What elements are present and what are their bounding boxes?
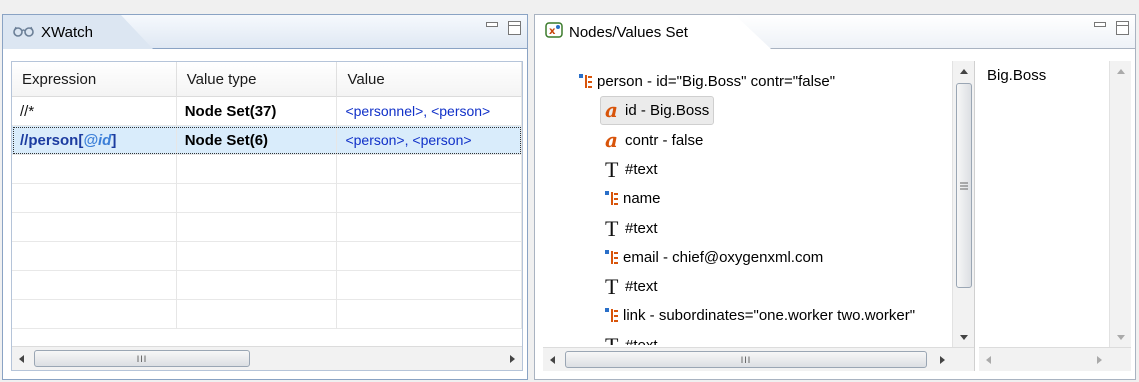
scroll-thumb[interactable]: III [34, 350, 250, 367]
tree-node-label: #text [625, 161, 658, 178]
tree-node-label: #text [625, 337, 658, 345]
tree-node-label: link - subordinates="one.worker two.work… [623, 307, 916, 324]
attribute-node-icon: a [605, 127, 618, 152]
glasses-icon [13, 24, 35, 41]
minimize-icon[interactable] [1093, 19, 1107, 31]
tree-node-label: id - Big.Boss [625, 102, 710, 119]
tree-node-element[interactable]: name [605, 184, 661, 213]
scroll-up-icon[interactable] [1110, 61, 1131, 81]
tree-node-text[interactable]: T #text [605, 272, 658, 301]
values-vertical-scrollbar[interactable] [1109, 61, 1131, 347]
table-header: Expression Value type Value [12, 62, 522, 97]
text-node-icon: T [605, 273, 619, 299]
tree-node-label: email - chief@oxygenxml.com [623, 249, 824, 266]
tree-node-element[interactable]: person - id="Big.Boss" contr="false" [579, 67, 835, 96]
node-value-text: Big.Boss [987, 67, 1047, 84]
empty-row[interactable] [12, 213, 522, 242]
empty-row[interactable] [12, 184, 522, 213]
nodes-window-controls [1093, 19, 1129, 35]
svg-text:x: x [549, 26, 556, 37]
xwatch-window-controls [485, 19, 521, 35]
values-horizontal-scrollbar[interactable] [979, 347, 1131, 371]
tree-node-element[interactable]: link - subordinates="one.worker two.work… [605, 301, 915, 330]
nodes-values-view: x Nodes/Values Set person - id="Big.Boss… [534, 14, 1136, 380]
tree-node-attribute[interactable]: a contr - false [605, 126, 703, 155]
grip-icon: III [740, 355, 752, 365]
nodes-tree-pane: person - id="Big.Boss" contr="false" a id … [543, 61, 975, 371]
tree-node-label: contr - false [625, 132, 704, 149]
tab-xwatch-label: XWatch [41, 23, 93, 41]
minimize-icon[interactable] [485, 19, 499, 31]
maximize-icon[interactable] [508, 21, 521, 35]
text-node-icon: T [605, 156, 619, 182]
tree-node-text[interactable]: T #text [605, 155, 658, 184]
expression-attr: @id [83, 132, 112, 149]
empty-row[interactable] [12, 242, 522, 271]
expression-suffix: ] [111, 132, 117, 149]
tree-vertical-scrollbar[interactable] [952, 61, 974, 347]
value-cell: <person>, <person> [337, 126, 522, 155]
scroll-up-icon[interactable] [953, 61, 974, 81]
watch-table: Expression Value type Value //* Node Set… [11, 61, 523, 371]
tree-node-attribute[interactable]: a id - Big.Boss [600, 96, 715, 125]
nodes-tabstrip: x Nodes/Values Set [535, 15, 1135, 49]
tree-node-label: person - id="Big.Boss" contr="false" [597, 73, 836, 90]
horizontal-scrollbar[interactable]: III [12, 346, 522, 370]
nodes-tree: person - id="Big.Boss" contr="false" a id … [543, 63, 953, 345]
text-node-icon: T [605, 332, 619, 345]
value-type-cell: Node Set(37) [177, 97, 338, 126]
tree-node-label: name [623, 190, 661, 207]
element-node-icon [605, 191, 619, 206]
tab-nodes-values-set[interactable]: x Nodes/Values Set [535, 15, 771, 49]
element-node-icon [579, 74, 593, 89]
expression-prefix: //person[ [20, 132, 84, 149]
table-rows: //* Node Set(37) <personnel>, <person> /… [12, 97, 522, 329]
scroll-right-icon[interactable] [502, 348, 522, 370]
scroll-left-icon[interactable] [543, 349, 563, 371]
empty-row[interactable] [12, 300, 522, 329]
tree-node-label: #text [625, 278, 658, 295]
tree-node-text[interactable]: T #text [605, 331, 658, 345]
scroll-thumb[interactable] [956, 83, 972, 288]
value-cell: <personnel>, <person> [337, 97, 522, 126]
column-header-expression[interactable]: Expression [12, 62, 177, 97]
element-node-icon [605, 250, 619, 265]
xwatch-tabstrip: XWatch [3, 15, 527, 49]
tree-node-text[interactable]: T #text [605, 214, 658, 243]
expression-cell[interactable]: //person[@id] [12, 126, 177, 155]
element-node-icon [605, 308, 619, 323]
node-set-icon: x [545, 22, 563, 42]
tab-nodes-label: Nodes/Values Set [569, 23, 688, 41]
scroll-left-icon[interactable] [979, 349, 999, 371]
tree-node-label: #text [625, 220, 658, 237]
tab-xwatch[interactable]: XWatch [3, 15, 153, 49]
scroll-left-icon[interactable] [12, 348, 32, 370]
xwatch-view: XWatch Expression Value type Value //* N… [2, 14, 528, 380]
column-header-value-type[interactable]: Value type [177, 62, 338, 97]
table-row[interactable]: //* Node Set(37) <personnel>, <person> [12, 97, 522, 126]
scroll-down-icon[interactable] [953, 327, 974, 347]
tree-node-element[interactable]: email - chief@oxygenxml.com [605, 243, 823, 272]
tree-horizontal-scrollbar[interactable]: III [543, 347, 974, 371]
scroll-thumb[interactable]: III [565, 351, 927, 368]
column-header-value[interactable]: Value [337, 62, 522, 97]
attribute-node-icon: a [605, 97, 618, 122]
empty-row[interactable] [12, 155, 522, 184]
text-node-icon: T [605, 215, 619, 241]
maximize-icon[interactable] [1116, 21, 1129, 35]
values-pane: Big.Boss [979, 61, 1131, 371]
expression-cell[interactable]: //* [12, 97, 177, 126]
scroll-down-icon[interactable] [1110, 327, 1131, 347]
empty-row[interactable] [12, 271, 522, 300]
scroll-right-icon[interactable] [932, 349, 952, 371]
grip-icon: III [136, 354, 148, 364]
table-row-selected[interactable]: //person[@id] Node Set(6) <person>, <per… [12, 126, 522, 155]
scroll-right-icon[interactable] [1089, 349, 1109, 371]
value-type-cell: Node Set(6) [177, 126, 338, 155]
